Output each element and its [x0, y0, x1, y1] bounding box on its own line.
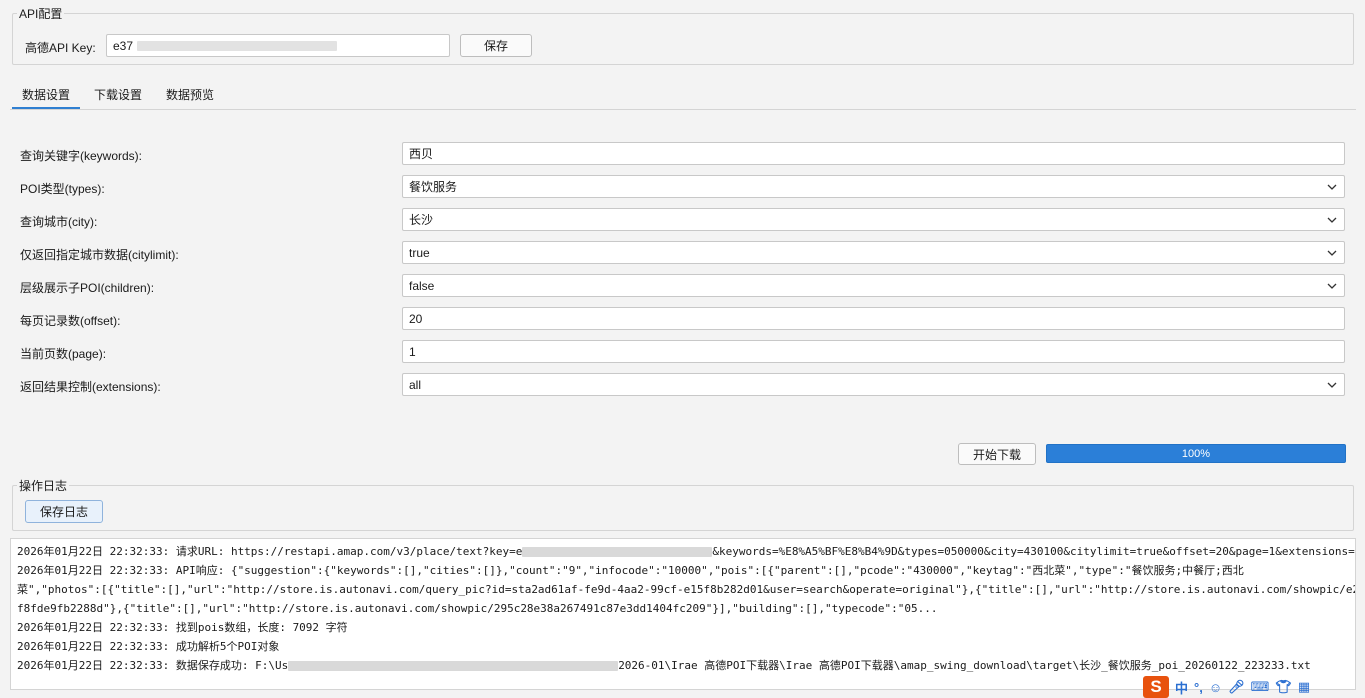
citylimit-select[interactable]: true [402, 241, 1345, 264]
log-line-text: 2026年01月22日 22:32:33: 找到pois数组，长度: 7092 … [17, 621, 348, 634]
log-line: 2026年01月22日 22:32:33: 请求URL: https://res… [17, 542, 1355, 561]
tab-data-preview[interactable]: 数据预览 [166, 86, 214, 103]
save-api-key-button[interactable]: 保存 [460, 34, 532, 57]
api-key-input[interactable]: e37 [106, 34, 450, 57]
children-label: 层级展示子POI(children): [20, 281, 155, 295]
log-line: 2026年01月22日 22:32:33: 找到pois数组，长度: 7092 … [17, 618, 1355, 637]
progress-text: 100% [1181, 447, 1211, 460]
tab-divider [10, 109, 1356, 110]
types-label: POI类型(types): [20, 182, 105, 196]
tab-download-settings[interactable]: 下载设置 [94, 86, 142, 103]
extensions-select[interactable]: all [402, 373, 1345, 396]
api-key-masked [137, 40, 338, 51]
log-output[interactable]: 2026年01月22日 22:32:33: 请求URL: https://res… [10, 538, 1356, 690]
punctuation-icon[interactable]: °, [1194, 680, 1203, 695]
chevron-down-icon [1327, 283, 1337, 289]
types-select[interactable]: 餐饮服务 [402, 175, 1345, 198]
emoji-icon[interactable]: ☺ [1209, 680, 1222, 695]
operation-log-legend: 操作日志 [19, 479, 68, 493]
ime-mode-toggle[interactable]: 中 [1175, 678, 1188, 697]
citylimit-value: true [409, 245, 430, 260]
log-line-text: 2026年01月22日 22:32:33: API响应: {"suggestio… [17, 564, 1244, 577]
skin-icon[interactable]: 👕︎ [1275, 679, 1292, 695]
chevron-down-icon [1327, 217, 1337, 223]
log-line-text: f8fde9fb2288d"},{"title":[],"url":"http:… [17, 602, 938, 615]
types-value: 餐饮服务 [409, 180, 458, 194]
download-progress-bar: 100% [1046, 444, 1346, 463]
page-input[interactable]: 1 [402, 340, 1345, 363]
city-label: 查询城市(city): [20, 215, 98, 229]
redacted-path [288, 661, 619, 671]
offset-label: 每页记录数(offset): [20, 314, 121, 328]
page-label: 当前页数(page): [20, 347, 107, 361]
log-line: 菜","photos":[{"title":[],"url":"http://s… [17, 580, 1355, 599]
log-line-text: 2026-01\Irae 高德POI下载器\Irae 高德POI下载器\amap… [618, 659, 1311, 672]
offset-value: 20 [409, 311, 423, 326]
log-line: f8fde9fb2288d"},{"title":[],"url":"http:… [17, 599, 1355, 618]
keyboard-icon[interactable]: ⌨ [1251, 679, 1270, 695]
log-line: 2026年01月22日 22:32:33: 成功解析5个POI对象 [17, 637, 1355, 656]
log-line: 2026年01月22日 22:32:33: API响应: {"suggestio… [17, 561, 1355, 580]
sogou-logo-icon[interactable]: S [1143, 676, 1169, 698]
citylimit-label: 仅返回指定城市数据(citylimit): [20, 248, 179, 262]
save-log-button[interactable]: 保存日志 [25, 500, 103, 523]
page-value: 1 [409, 344, 416, 359]
children-select[interactable]: false [402, 274, 1345, 297]
log-line-text: 菜","photos":[{"title":[],"url":"http://s… [17, 583, 1355, 596]
children-value: false [409, 278, 435, 293]
log-line-text: 2026年01月22日 22:32:33: 数据保存成功: F:\Us [17, 659, 289, 672]
microphone-icon[interactable]: 🎤︎ [1228, 679, 1245, 695]
chevron-down-icon [1327, 382, 1337, 388]
city-select[interactable]: 长沙 [402, 208, 1345, 231]
extensions-label: 返回结果控制(extensions): [20, 380, 161, 394]
log-line-text: &keywords=%E8%A5%BF%E8%B4%9D&types=05000… [712, 545, 1355, 558]
api-key-label: 高德API Key: [25, 41, 96, 55]
chevron-down-icon [1327, 250, 1337, 256]
toolbox-icon[interactable]: ▦ [1298, 679, 1310, 695]
log-line-text: 2026年01月22日 22:32:33: 成功解析5个POI对象 [17, 640, 280, 653]
city-value: 长沙 [409, 213, 434, 227]
offset-input[interactable]: 20 [402, 307, 1345, 330]
ime-toolbar[interactable]: S 中 °, ☺ 🎤︎ ⌨ 👕︎ ▦ [1139, 676, 1365, 698]
start-download-button[interactable]: 开始下载 [958, 443, 1036, 465]
api-config-legend: API配置 [19, 7, 63, 21]
log-line-text: 2026年01月22日 22:32:33: 请求URL: https://res… [17, 545, 523, 558]
keywords-input[interactable]: 西贝 [402, 142, 1345, 165]
redacted-key [522, 547, 713, 557]
api-key-value: e37 [113, 38, 134, 53]
keywords-label: 查询关键字(keywords): [20, 149, 143, 163]
chevron-down-icon [1327, 184, 1337, 190]
extensions-value: all [409, 377, 422, 392]
operation-log-group: 操作日志 [12, 477, 1354, 531]
tab-data-settings[interactable]: 数据设置 [22, 86, 70, 103]
log-line: 2026年01月22日 22:32:33: 数据保存成功: F:\Us 2026-… [17, 656, 1355, 675]
keywords-value: 西贝 [409, 147, 434, 161]
